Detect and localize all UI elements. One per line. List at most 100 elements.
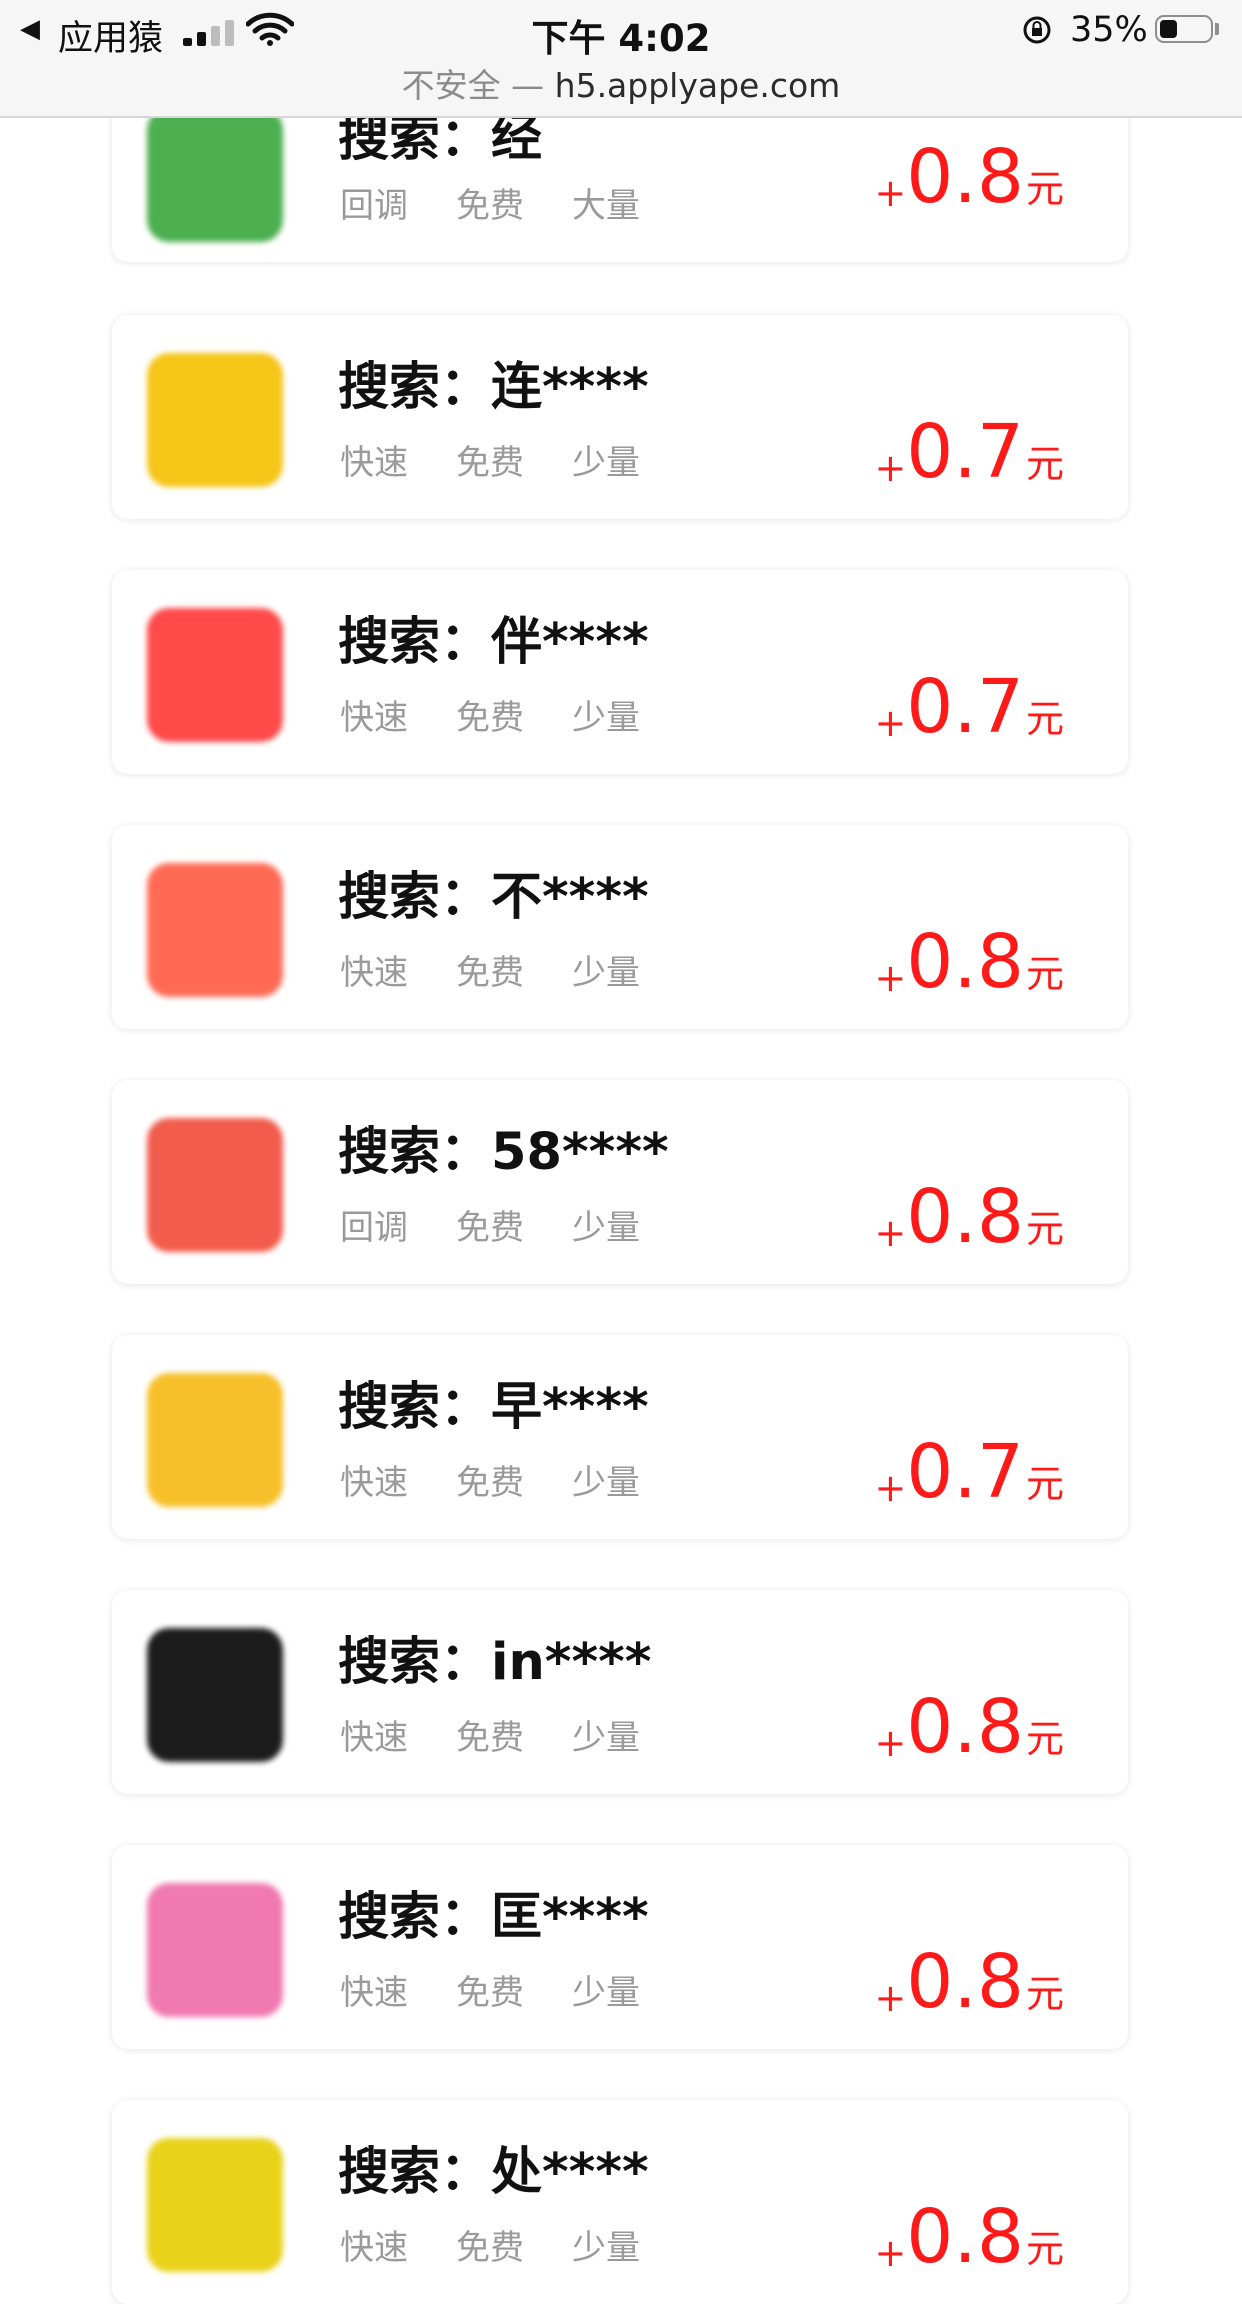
- task-tags: 快速 免费 少量: [340, 435, 688, 484]
- task-card[interactable]: 搜索：伴**** 快速 免费 少量 +0.7元: [112, 570, 1128, 774]
- tag-price-type: 免费: [456, 2228, 524, 2268]
- tag-quantity: 少量: [572, 1973, 640, 2013]
- tag-price-type: 免费: [456, 1463, 524, 1503]
- reward: +0.8元: [874, 1180, 1064, 1254]
- reward: +0.7元: [874, 415, 1064, 489]
- battery-icon: [1155, 15, 1213, 43]
- tag-price-type: 免费: [456, 1208, 524, 1248]
- app-icon: [147, 608, 283, 742]
- task-tags: 快速 免费 少量: [340, 945, 688, 994]
- url-host: h5.applyape.com: [554, 66, 841, 105]
- reward-unit: 元: [1025, 442, 1064, 486]
- reward: +0.8元: [874, 2200, 1064, 2274]
- task-title: 搜索：in****: [338, 1633, 652, 1692]
- reward-unit: 元: [1025, 2227, 1064, 2271]
- reward: +0.7元: [874, 1435, 1064, 1509]
- reward-amount: 0.7: [906, 409, 1024, 495]
- task-card[interactable]: 搜索：连**** 快速 免费 少量 +0.7元: [112, 315, 1128, 519]
- tag-price-type: 免费: [456, 1718, 524, 1758]
- tag-mode: 快速: [340, 2228, 408, 2268]
- tag-quantity: 少量: [572, 443, 640, 483]
- task-card[interactable]: 搜索：不**** 快速 免费 少量 +0.8元: [112, 825, 1128, 1029]
- reward-amount: 0.8: [906, 1939, 1024, 2025]
- task-title: 搜索：处****: [338, 2143, 649, 2202]
- task-card[interactable]: 搜索：匡**** 快速 免费 少量 +0.8元: [112, 1845, 1128, 2049]
- task-title: 搜索：连****: [338, 358, 649, 417]
- reward-amount: 0.7: [906, 1429, 1024, 1515]
- reward-unit: 元: [1025, 952, 1064, 996]
- tag-quantity: 少量: [572, 698, 640, 738]
- reward-plus: +: [874, 2231, 907, 2275]
- battery-percentage: 35%: [1070, 10, 1148, 50]
- reward: +0.8元: [874, 1690, 1064, 1764]
- tag-price-type: 免费: [456, 698, 524, 738]
- reward-plus: +: [874, 1976, 907, 2020]
- task-card[interactable]: 搜索：早**** 快速 免费 少量 +0.7元: [112, 1335, 1128, 1539]
- task-tags: 快速 免费 少量: [340, 690, 688, 739]
- reward-unit: 元: [1025, 1207, 1064, 1251]
- task-title: 搜索：58****: [338, 1123, 669, 1182]
- tag-quantity: 少量: [572, 1208, 640, 1248]
- task-tags: 回调 免费 大量: [340, 178, 688, 227]
- browser-top-bar: ◀ 应用猿 下午 4:02 35% 不安全 — h5.applyape.com: [0, 0, 1242, 118]
- app-icon: [147, 108, 283, 242]
- reward-unit: 元: [1025, 167, 1064, 211]
- tag-mode: 快速: [340, 1463, 408, 1503]
- task-tags: 快速 免费 少量: [340, 1965, 688, 2014]
- reward-amount: 0.8: [906, 134, 1024, 220]
- tag-mode: 快速: [340, 698, 408, 738]
- reward-plus: +: [874, 701, 907, 745]
- tag-price-type: 免费: [456, 186, 524, 226]
- tag-quantity: 少量: [572, 1463, 640, 1503]
- reward-amount: 0.8: [906, 2194, 1024, 2280]
- task-card[interactable]: 搜索：in**** 快速 免费 少量 +0.8元: [112, 1590, 1128, 1794]
- reward-amount: 0.8: [906, 1174, 1024, 1260]
- task-title: 搜索：不****: [338, 868, 649, 927]
- app-icon: [147, 1883, 283, 2017]
- task-card[interactable]: 搜索：处**** 快速 免费 少量 +0.8元: [112, 2100, 1128, 2304]
- reward: +0.7元: [874, 670, 1064, 744]
- app-icon: [147, 1628, 283, 1762]
- reward-plus: +: [874, 1721, 907, 1765]
- reward: +0.8元: [874, 1945, 1064, 2019]
- task-tags: 快速 免费 少量: [340, 2220, 688, 2269]
- tag-mode: 快速: [340, 1718, 408, 1758]
- app-icon: [147, 353, 283, 487]
- reward-plus: +: [874, 171, 907, 215]
- app-icon: [147, 863, 283, 997]
- tag-quantity: 大量: [572, 186, 640, 226]
- reward-amount: 0.7: [906, 664, 1024, 750]
- battery-level-fill: [1160, 20, 1177, 38]
- not-secure-label: 不安全: [401, 66, 501, 105]
- app-icon: [147, 1118, 283, 1252]
- reward-unit: 元: [1025, 1462, 1064, 1506]
- rotation-lock-icon: [1023, 16, 1051, 44]
- tag-mode: 快速: [340, 443, 408, 483]
- status-time: 下午 4:02: [531, 17, 711, 60]
- reward-unit: 元: [1025, 1972, 1064, 2016]
- url-separator: —: [500, 66, 555, 105]
- task-title: 搜索：匡****: [338, 1888, 649, 1947]
- task-title: 搜索：伴****: [338, 613, 649, 672]
- reward-plus: +: [874, 1466, 907, 1510]
- app-icon: [147, 2138, 283, 2272]
- tag-mode: 回调: [340, 186, 408, 226]
- tag-mode: 快速: [340, 1973, 408, 2013]
- tag-mode: 快速: [340, 953, 408, 993]
- battery-cap: [1215, 23, 1219, 35]
- reward-plus: +: [874, 1211, 907, 1255]
- tag-mode: 回调: [340, 1208, 408, 1248]
- url-bar[interactable]: 不安全 — h5.applyape.com: [0, 59, 1242, 107]
- reward-unit: 元: [1025, 697, 1064, 741]
- reward-plus: +: [874, 446, 907, 490]
- task-tags: 快速 免费 少量: [340, 1710, 688, 1759]
- app-icon: [147, 1373, 283, 1507]
- tag-price-type: 免费: [456, 953, 524, 993]
- reward-amount: 0.8: [906, 1684, 1024, 1770]
- tag-price-type: 免费: [456, 443, 524, 483]
- task-card[interactable]: 搜索：58**** 回调 免费 少量 +0.8元: [112, 1080, 1128, 1284]
- reward: +0.8元: [874, 925, 1064, 999]
- reward-amount: 0.8: [906, 919, 1024, 1005]
- tag-quantity: 少量: [572, 1718, 640, 1758]
- tag-price-type: 免费: [456, 1973, 524, 2013]
